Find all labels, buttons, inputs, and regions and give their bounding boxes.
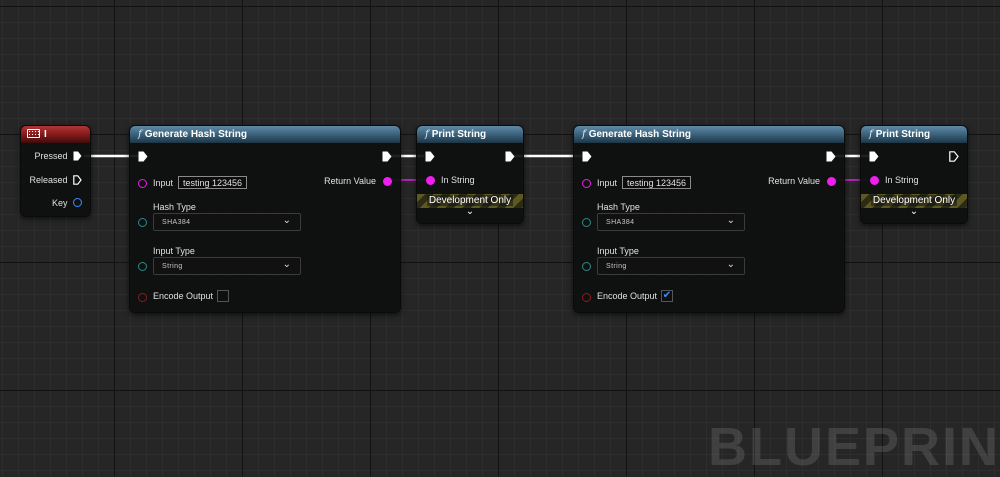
input-type-value: String <box>162 263 183 270</box>
exec-out-pin[interactable] <box>826 151 836 162</box>
return-value-pin[interactable] <box>383 177 392 186</box>
event-node-title: I <box>44 129 47 140</box>
exec-in-pin[interactable] <box>869 151 879 162</box>
key-label: Key <box>51 198 68 208</box>
input-type-label: Input Type <box>153 246 195 256</box>
encode-output-label: Encode Output <box>597 291 658 301</box>
hash-type-pin[interactable] <box>138 218 147 227</box>
development-only-label: Development Only <box>426 195 514 206</box>
exec-pin-icon[interactable] <box>73 174 82 185</box>
function-icon: f <box>869 129 873 140</box>
encode-output-checkbox[interactable] <box>217 290 229 302</box>
exec-out-pin[interactable] <box>949 151 959 162</box>
hash-type-pin[interactable] <box>582 218 591 227</box>
chevron-down-icon: ⌄ <box>282 215 291 226</box>
generate-hash-node[interactable]: f Generate Hash String Input testing 1234… <box>573 125 845 313</box>
print-node-header[interactable]: f Print String <box>417 126 523 144</box>
input-string-pin[interactable] <box>138 179 147 188</box>
chevron-down-icon: ⌄ <box>726 215 735 226</box>
input-type-dropdown[interactable]: String ⌄ <box>153 257 301 275</box>
keyboard-icon <box>27 128 40 138</box>
event-node-header[interactable]: I <box>21 126 90 144</box>
hash-type-label: Hash Type <box>597 202 640 212</box>
hash-type-label: Hash Type <box>153 202 196 212</box>
key-event-node[interactable]: I Pressed Released Key <box>20 125 91 217</box>
exec-in-pin[interactable] <box>582 151 592 162</box>
exec-out-pin[interactable] <box>505 151 515 162</box>
exec-out-pin[interactable] <box>382 151 392 162</box>
exec-in-pin[interactable] <box>425 151 435 162</box>
hash-node-title: Generate Hash String <box>588 129 691 140</box>
chevron-down-icon[interactable]: ⌄ <box>861 206 967 217</box>
chevron-down-icon: ⌄ <box>282 259 291 270</box>
pressed-pin[interactable]: Pressed <box>34 151 82 165</box>
released-pin[interactable]: Released <box>29 174 82 189</box>
hash-node-header[interactable]: f Generate Hash String <box>130 126 400 144</box>
hash-type-value: SHA384 <box>606 219 635 226</box>
input-label: Input <box>153 178 174 188</box>
input-type-pin[interactable] <box>582 262 591 271</box>
return-value-label: Return Value <box>324 176 376 186</box>
return-value-label: Return Value <box>768 176 820 186</box>
blueprint-watermark: BLUEPRINT <box>708 417 1000 477</box>
print-node-title: Print String <box>431 129 487 140</box>
exec-pin-icon[interactable] <box>73 151 82 161</box>
key-pin[interactable]: Key <box>52 198 82 212</box>
function-icon: f <box>138 129 142 140</box>
encode-output-pin[interactable] <box>582 293 591 302</box>
print-string-node[interactable]: f Print String In String Development Only… <box>416 125 524 224</box>
pressed-label: Pressed <box>34 151 68 161</box>
checkmark-icon: ✔ <box>662 290 672 301</box>
hash-type-value: SHA384 <box>162 219 191 226</box>
in-string-pin[interactable] <box>426 176 435 185</box>
exec-in-pin[interactable] <box>138 151 148 162</box>
hash-type-dropdown[interactable]: SHA384 ⌄ <box>597 213 745 231</box>
input-type-pin[interactable] <box>138 262 147 271</box>
print-node-title: Print String <box>875 129 931 140</box>
function-icon: f <box>582 129 586 140</box>
released-label: Released <box>29 175 68 185</box>
input-text-field[interactable]: testing 123456 <box>622 176 692 189</box>
input-string-pin[interactable] <box>582 179 591 188</box>
input-label: Input <box>597 178 618 188</box>
print-string-node[interactable]: f Print String In String Development Only… <box>860 125 968 224</box>
input-type-value: String <box>606 263 627 270</box>
in-string-pin[interactable] <box>870 176 879 185</box>
encode-output-checkbox[interactable]: ✔ <box>661 290 673 302</box>
encode-output-label: Encode Output <box>153 291 214 301</box>
input-type-dropdown[interactable]: String ⌄ <box>597 257 745 275</box>
chevron-down-icon: ⌄ <box>726 259 735 270</box>
input-text-field[interactable]: testing 123456 <box>178 176 248 189</box>
generate-hash-node[interactable]: f Generate Hash String Input testing 1234… <box>129 125 401 313</box>
hash-node-title: Generate Hash String <box>144 129 247 140</box>
in-string-label: In String <box>441 175 475 185</box>
hash-type-dropdown[interactable]: SHA384 ⌄ <box>153 213 301 231</box>
development-only-label: Development Only <box>870 195 958 206</box>
in-string-label: In String <box>885 175 919 185</box>
key-struct-pin-icon[interactable] <box>73 198 82 208</box>
input-type-label: Input Type <box>597 246 639 256</box>
function-icon: f <box>425 129 429 140</box>
print-node-header[interactable]: f Print String <box>861 126 967 144</box>
return-value-pin[interactable] <box>827 177 836 186</box>
chevron-down-icon[interactable]: ⌄ <box>417 206 523 217</box>
encode-output-pin[interactable] <box>138 293 147 302</box>
hash-node-header[interactable]: f Generate Hash String <box>574 126 844 144</box>
